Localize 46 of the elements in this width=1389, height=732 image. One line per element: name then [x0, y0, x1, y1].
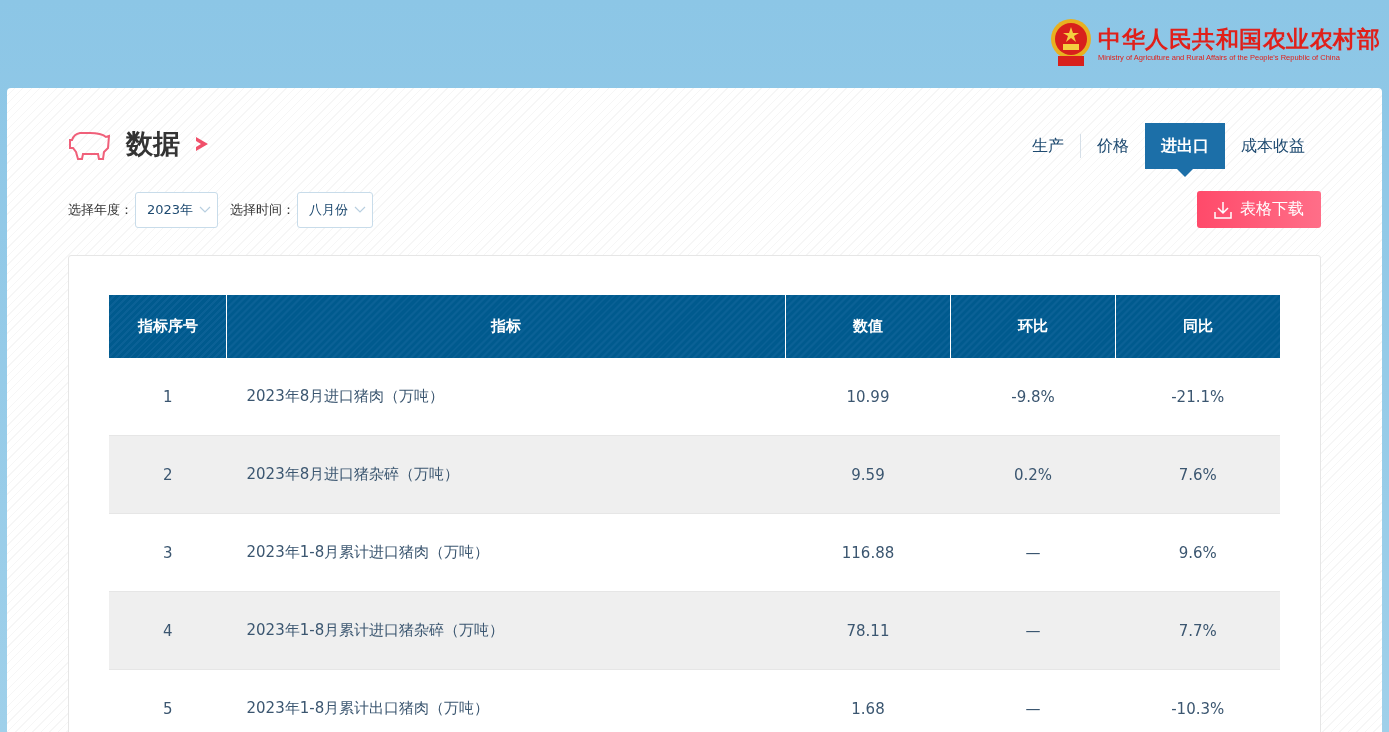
table-cell: -21.1% [1115, 358, 1280, 436]
category-tab[interactable]: 价格 [1081, 123, 1145, 169]
table-cell: 4 [109, 591, 227, 670]
category-tab[interactable]: 成本收益 [1225, 123, 1321, 169]
page-title: 数据 [126, 127, 180, 161]
chevron-down-icon [354, 205, 367, 214]
tab-pointer-icon [1177, 169, 1193, 177]
filter-label: 选择年度： [68, 200, 133, 219]
table-cell: -9.8% [950, 358, 1116, 436]
category-tab[interactable]: 生产 [1016, 123, 1080, 169]
column-header: 同比 [1115, 295, 1280, 358]
table-cell: 2023年1-8月累计出口猪肉（万吨） [226, 669, 786, 732]
emblem-icon [1048, 18, 1094, 68]
chevron-down-icon [199, 205, 212, 214]
table-cell: 7.7% [1115, 591, 1280, 670]
filter-dropdown[interactable]: 2023年 [135, 191, 219, 228]
table-cell: 5 [109, 669, 227, 732]
table-cell: 2023年1-8月累计进口猪肉（万吨） [226, 513, 786, 592]
table-cell: 2023年8月进口猪肉（万吨） [226, 358, 786, 436]
table-cell: 9.59 [785, 435, 951, 514]
filter-dropdown[interactable]: 八月份 [297, 191, 374, 228]
table-cell: 3 [109, 513, 227, 592]
play-arrow-icon [194, 135, 210, 153]
column-header: 指标序号 [109, 295, 227, 358]
table-cell: 2023年8月进口猪杂碎（万吨） [226, 435, 786, 514]
table-cell: 0.2% [950, 435, 1116, 514]
download-icon [1214, 200, 1232, 219]
table-cell: 1 [109, 358, 227, 436]
column-header: 环比 [950, 295, 1116, 358]
table-cell: 116.88 [785, 513, 951, 592]
table-cell: 78.11 [785, 591, 951, 670]
table-cell: — [950, 669, 1116, 732]
table-cell: 10.99 [785, 358, 951, 436]
filter-label: 选择时间： [230, 200, 296, 219]
table-cell: 2 [109, 435, 227, 514]
table-cell: — [950, 513, 1116, 592]
table-cell: 7.6% [1115, 435, 1280, 514]
table-cell: 9.6% [1115, 513, 1280, 592]
column-header: 数值 [785, 295, 951, 358]
table-cell: -10.3% [1115, 669, 1280, 732]
ministry-title: 中华人民共和国农业农村部 [1098, 24, 1380, 53]
table-cell: 2023年1-8月累计进口猪杂碎（万吨） [226, 591, 786, 670]
category-tab[interactable]: 进出口 [1145, 123, 1225, 169]
table-cell: 1.68 [785, 669, 951, 732]
table-cell: — [950, 591, 1116, 670]
column-header: 指标 [226, 295, 786, 358]
